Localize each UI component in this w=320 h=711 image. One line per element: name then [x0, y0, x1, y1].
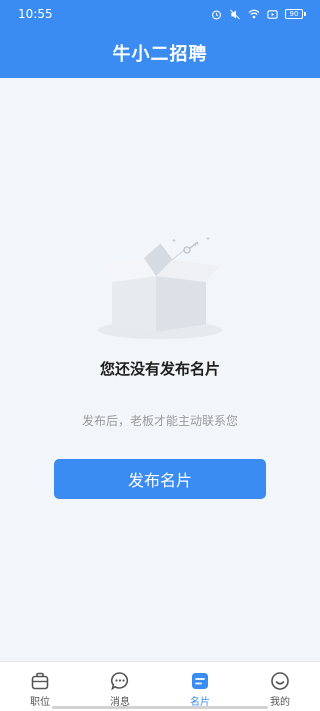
media-icon	[267, 9, 278, 19]
app-header: 牛小二招聘	[0, 28, 320, 78]
bottom-tab-bar: 职位 消息 名片 我的	[0, 661, 320, 711]
empty-box-illustration	[98, 237, 222, 339]
tab-label: 我的	[270, 697, 290, 708]
briefcase-icon	[31, 672, 49, 690]
tab-label: 职位	[30, 697, 50, 708]
tab-business-card[interactable]: 名片	[160, 662, 240, 711]
page-title: 牛小二招聘	[112, 44, 208, 65]
smiley-icon	[271, 672, 289, 690]
status-time: 10:55	[18, 7, 53, 21]
alarm-icon	[212, 9, 221, 19]
wifi-icon	[248, 9, 260, 19]
tab-profile[interactable]: 我的	[240, 662, 320, 711]
battery-level: 90	[285, 9, 303, 19]
chat-bubble-icon	[111, 672, 129, 691]
card-icon	[192, 673, 208, 689]
empty-state-title: 您还没有发布名片	[99, 360, 220, 378]
home-indicator	[52, 706, 268, 709]
status-bar: 10:55 90	[0, 0, 320, 28]
battery-icon: 90	[285, 9, 306, 19]
publish-card-button[interactable]: 发布名片	[54, 459, 266, 499]
tab-messages[interactable]: 消息	[80, 662, 160, 711]
tab-jobs[interactable]: 职位	[0, 662, 80, 711]
empty-state-subtitle: 发布后，老板才能主动联系您	[81, 414, 238, 428]
mute-icon	[230, 9, 240, 19]
status-icons: 90	[211, 9, 306, 20]
